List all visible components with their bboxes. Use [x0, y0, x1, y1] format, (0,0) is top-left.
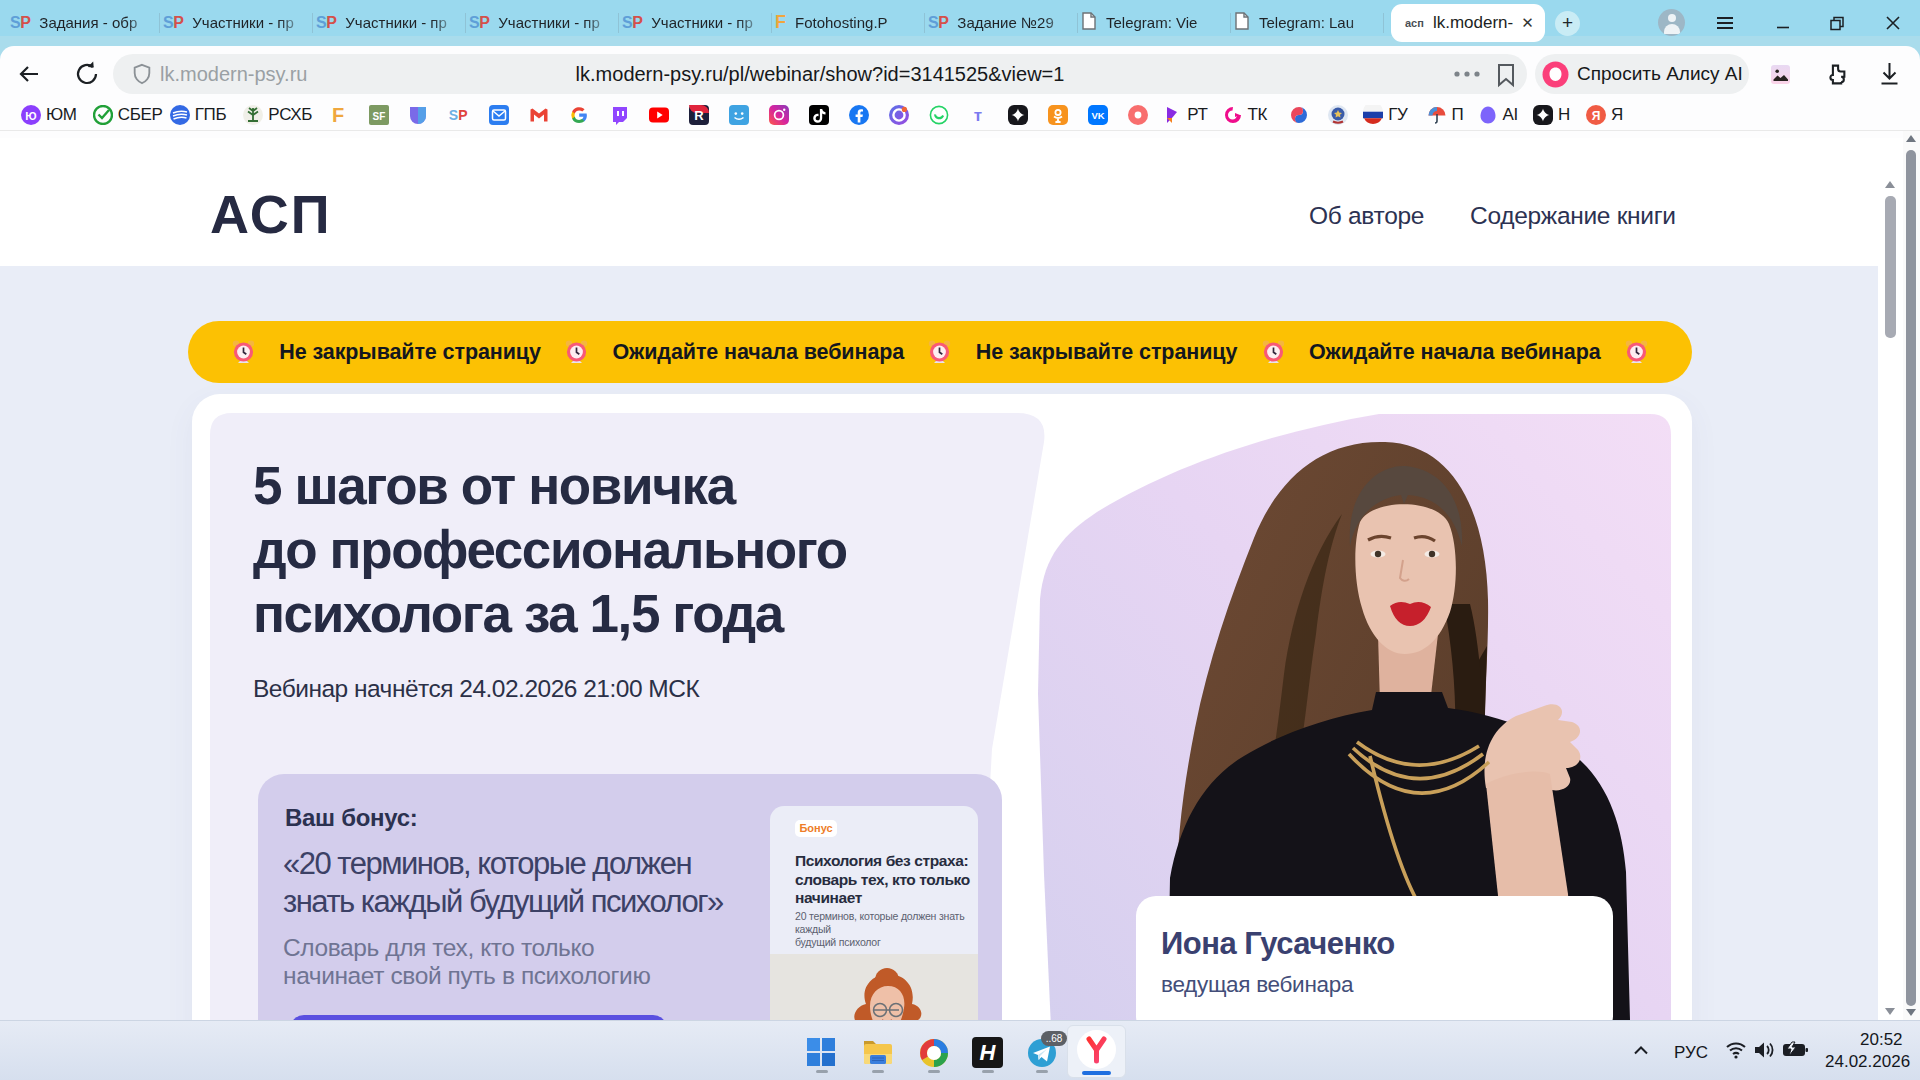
svg-text:VK: VK: [1092, 110, 1105, 121]
svg-text:Я: Я: [1592, 109, 1601, 123]
svg-text:P: P: [458, 107, 467, 123]
svg-text:R: R: [694, 108, 704, 123]
svg-text:S: S: [449, 107, 458, 123]
svg-text:Ю: Ю: [25, 110, 36, 122]
svg-text:F: F: [332, 105, 344, 125]
svg-text:SF: SF: [373, 111, 386, 122]
svg-text:т: т: [974, 106, 982, 125]
